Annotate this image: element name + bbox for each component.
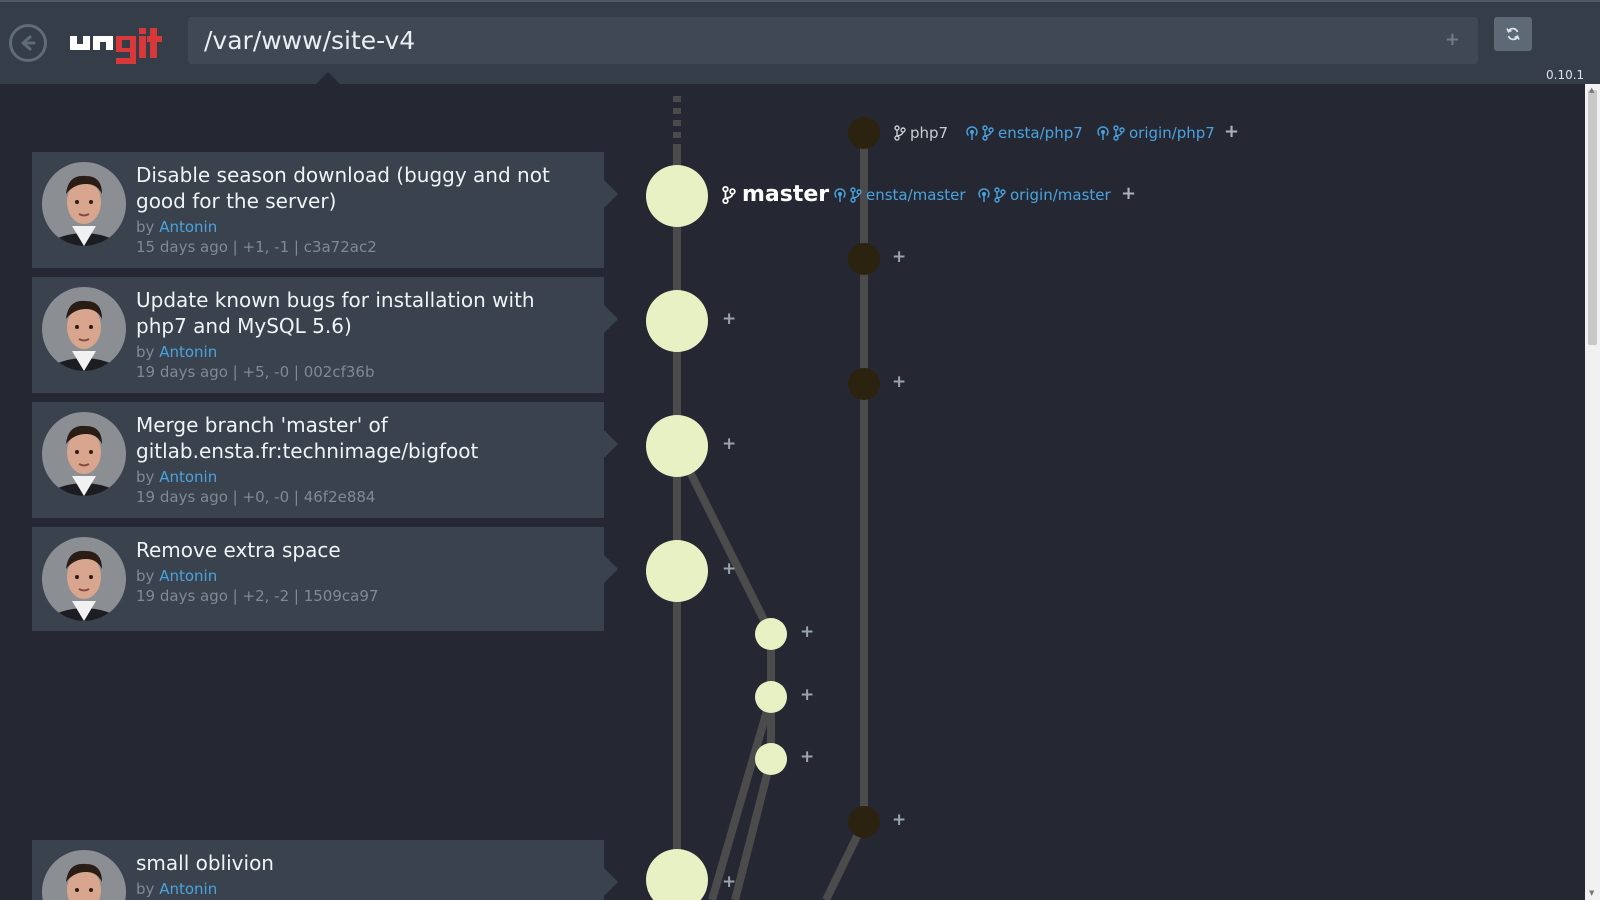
remote-ref-label: origin/php7 — [1129, 124, 1215, 142]
commit-node[interactable] — [848, 117, 880, 149]
remote-ref-label: origin/master — [1010, 186, 1111, 204]
branch-ref-php7[interactable]: php7 — [894, 124, 948, 142]
edge-merge-branch — [673, 444, 775, 636]
branch-icon — [722, 185, 736, 204]
branch-icon — [850, 187, 862, 203]
author-link[interactable]: Antonin — [159, 567, 217, 585]
author-link[interactable]: Antonin — [159, 468, 217, 486]
node-add-button[interactable]: + — [722, 559, 736, 579]
author-link[interactable]: Antonin — [159, 218, 217, 236]
commit-node[interactable] — [755, 681, 787, 713]
avatar — [42, 412, 126, 496]
remote-icon — [978, 188, 990, 202]
remote-ref-label: ensta/php7 — [998, 124, 1083, 142]
commit-author-line: by Antonin — [136, 468, 217, 486]
commit-meta: 15 days ago | +1, -1 | c3a72ac2 — [136, 238, 377, 256]
commit-author-line: by Antonin — [136, 880, 217, 898]
branch-ref-label: php7 — [910, 124, 949, 142]
node-add-button[interactable]: + — [892, 247, 906, 267]
header-bar: ungit /var/www/site-v4 + — [0, 0, 1600, 86]
commit-node[interactable] — [646, 849, 708, 900]
branch-icon — [1113, 125, 1125, 141]
commit-title: Remove extra space — [136, 538, 341, 562]
remote-ref-ensta-master[interactable]: ensta/master — [832, 186, 966, 204]
by-label: by — [136, 880, 155, 898]
refresh-button[interactable] — [1494, 17, 1532, 51]
commit-meta: 19 days ago | +5, -0 | 002cf36b — [136, 363, 375, 381]
node-add-button[interactable]: + — [892, 810, 906, 830]
commit-card[interactable]: Remove extra space by Antonin 19 days ag… — [32, 527, 618, 631]
remote-icon — [834, 188, 846, 202]
commit-title: Merge branch 'master' of gitlab.ensta.fr… — [136, 413, 479, 463]
commit-node[interactable] — [848, 806, 880, 838]
edge-side-diagonal-2 — [731, 758, 775, 900]
remote-ref-origin-master[interactable]: origin/master — [976, 186, 1111, 204]
remote-ref-origin-php7[interactable]: origin/php7 — [1095, 124, 1215, 142]
commit-node[interactable] — [646, 540, 708, 602]
commit-node[interactable] — [755, 618, 787, 650]
branch-ref-label: master — [742, 182, 830, 207]
remote-ref-label: ensta/master — [866, 186, 966, 204]
arrow-left-icon — [21, 35, 36, 51]
node-add-button[interactable]: + — [722, 309, 736, 329]
commit-node[interactable] — [646, 165, 708, 227]
repo-path-text: /var/www/site-v4 — [204, 26, 416, 55]
commit-card[interactable]: small oblivion by Antonin — [32, 840, 618, 900]
version-label: 0.10.1 — [1546, 68, 1585, 82]
by-label: by — [136, 468, 155, 486]
add-ref-button[interactable]: + — [1121, 183, 1136, 204]
commit-author-line: by Antonin — [136, 343, 217, 361]
remote-icon — [966, 126, 978, 140]
commit-title: Disable season download (buggy and not g… — [136, 163, 550, 213]
branch-icon — [982, 125, 994, 141]
commit-title: small oblivion — [136, 851, 274, 875]
commit-author-line: by Antonin — [136, 567, 217, 585]
avatar — [42, 850, 126, 900]
branch-icon — [894, 125, 906, 141]
node-add-button[interactable]: + — [892, 372, 906, 392]
back-button[interactable] — [9, 24, 47, 62]
commit-node[interactable] — [848, 368, 880, 400]
commit-author-line: by Antonin — [136, 218, 217, 236]
by-label: by — [136, 343, 155, 361]
add-repo-button[interactable]: + — [1445, 29, 1460, 50]
branch-ref-master[interactable]: master — [722, 182, 829, 207]
node-add-button[interactable]: + — [722, 872, 736, 892]
commit-node[interactable] — [646, 415, 708, 477]
by-label: by — [136, 218, 155, 236]
node-add-button[interactable]: + — [722, 434, 736, 454]
commit-meta: 19 days ago | +0, -0 | 46f2e884 — [136, 488, 376, 506]
avatar — [42, 287, 126, 371]
commit-node[interactable] — [755, 743, 787, 775]
scroll-down-icon[interactable]: ▼ — [1589, 889, 1594, 897]
commit-meta: 19 days ago | +2, -2 | 1509ca97 — [136, 587, 379, 605]
repo-path-input[interactable]: /var/www/site-v4 + — [188, 17, 1478, 64]
node-add-button[interactable]: + — [800, 685, 814, 705]
refresh-icon — [1506, 27, 1520, 41]
vertical-scrollbar[interactable] — [1585, 84, 1600, 900]
commit-card[interactable]: Disable season download (buggy and not g… — [32, 152, 618, 268]
add-ref-button[interactable]: + — [1224, 121, 1239, 142]
ungit-app: ungit /var/www/site-v4 + — [0, 0, 1600, 900]
branch-icon — [994, 187, 1006, 203]
avatar — [42, 537, 126, 621]
commit-node[interactable] — [848, 243, 880, 275]
commit-card[interactable]: Merge branch 'master' of gitlab.ensta.fr… — [32, 402, 618, 518]
node-add-button[interactable]: + — [800, 747, 814, 767]
by-label: by — [136, 567, 155, 585]
commit-title: Update known bugs for installation with … — [136, 288, 535, 338]
scrollbar-thumb[interactable] — [1588, 90, 1597, 345]
commit-node[interactable] — [646, 290, 708, 352]
remote-icon — [1097, 126, 1109, 140]
ungit-logo[interactable]: ungit — [70, 24, 164, 66]
node-add-button[interactable]: + — [800, 622, 814, 642]
remote-ref-ensta-php7[interactable]: ensta/php7 — [964, 124, 1083, 142]
author-link[interactable]: Antonin — [159, 343, 217, 361]
avatar — [42, 162, 126, 246]
scroll-up-icon[interactable]: ▲ — [1589, 86, 1594, 94]
author-link[interactable]: Antonin — [159, 880, 217, 898]
commit-card[interactable]: Update known bugs for installation with … — [32, 277, 618, 393]
